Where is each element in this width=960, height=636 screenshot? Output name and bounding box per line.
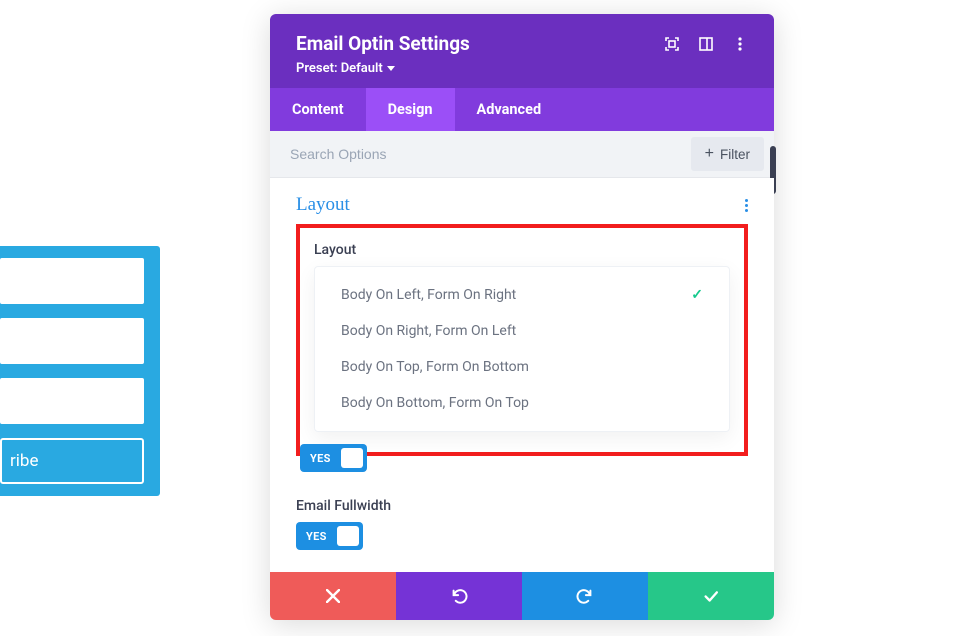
email-fullwidth-label: Email Fullwidth: [296, 498, 748, 514]
panel-footer: [270, 572, 774, 620]
expand-icon[interactable]: [664, 36, 680, 52]
check-icon: ✓: [691, 287, 703, 303]
email-fullwidth-toggle[interactable]: YES: [296, 522, 363, 550]
cancel-button[interactable]: [270, 572, 396, 620]
settings-panel: Email Optin Settings Preset: Default Con…: [270, 14, 774, 620]
header-actions: [664, 32, 748, 52]
search-input[interactable]: [270, 132, 691, 176]
search-row: + Filter: [270, 131, 774, 178]
tab-advanced[interactable]: Advanced: [455, 88, 564, 131]
optin-input[interactable]: [0, 318, 144, 364]
optin-subscribe-button[interactable]: ribe: [0, 438, 144, 484]
undo-button[interactable]: [396, 572, 522, 620]
layout-dropdown: Body On Left, Form On Right ✓ Body On Ri…: [314, 266, 730, 432]
panel-header: Email Optin Settings Preset: Default: [270, 14, 774, 88]
layout-field-label: Layout: [314, 242, 730, 258]
section-more-icon[interactable]: [745, 197, 748, 214]
filter-button[interactable]: + Filter: [691, 137, 764, 171]
tab-content[interactable]: Content: [270, 88, 366, 131]
optin-input[interactable]: [0, 378, 144, 424]
layout-option[interactable]: Body On Right, Form On Left: [323, 313, 721, 349]
chevron-down-icon: [387, 66, 395, 71]
panel-body: Layout Layout Body On Left, Form On Righ…: [270, 178, 774, 572]
layout-option[interactable]: Body On Left, Form On Right ✓: [323, 277, 721, 313]
optin-input[interactable]: [0, 258, 144, 304]
name-fullwidth-toggle-peek[interactable]: YES: [300, 444, 367, 472]
tab-design[interactable]: Design: [366, 88, 455, 131]
redo-button[interactable]: [522, 572, 648, 620]
section-title-layout[interactable]: Layout: [296, 194, 350, 216]
preset-selector[interactable]: Preset: Default: [296, 61, 470, 76]
layout-highlight-annotation: Layout Body On Left, Form On Right ✓ Bod…: [296, 224, 748, 456]
panel-title: Email Optin Settings: [296, 32, 470, 55]
optin-preview-fragment: ribe: [0, 246, 160, 496]
layout-option[interactable]: Body On Top, Form On Bottom: [323, 349, 721, 385]
layout-option[interactable]: Body On Bottom, Form On Top: [323, 385, 721, 421]
email-fullwidth-block: Email Fullwidth YES: [296, 498, 748, 550]
plus-icon: +: [705, 146, 714, 162]
save-button[interactable]: [648, 572, 774, 620]
tab-bar: Content Design Advanced: [270, 88, 774, 131]
more-icon[interactable]: [732, 36, 748, 52]
panel-layout-icon[interactable]: [698, 36, 714, 52]
